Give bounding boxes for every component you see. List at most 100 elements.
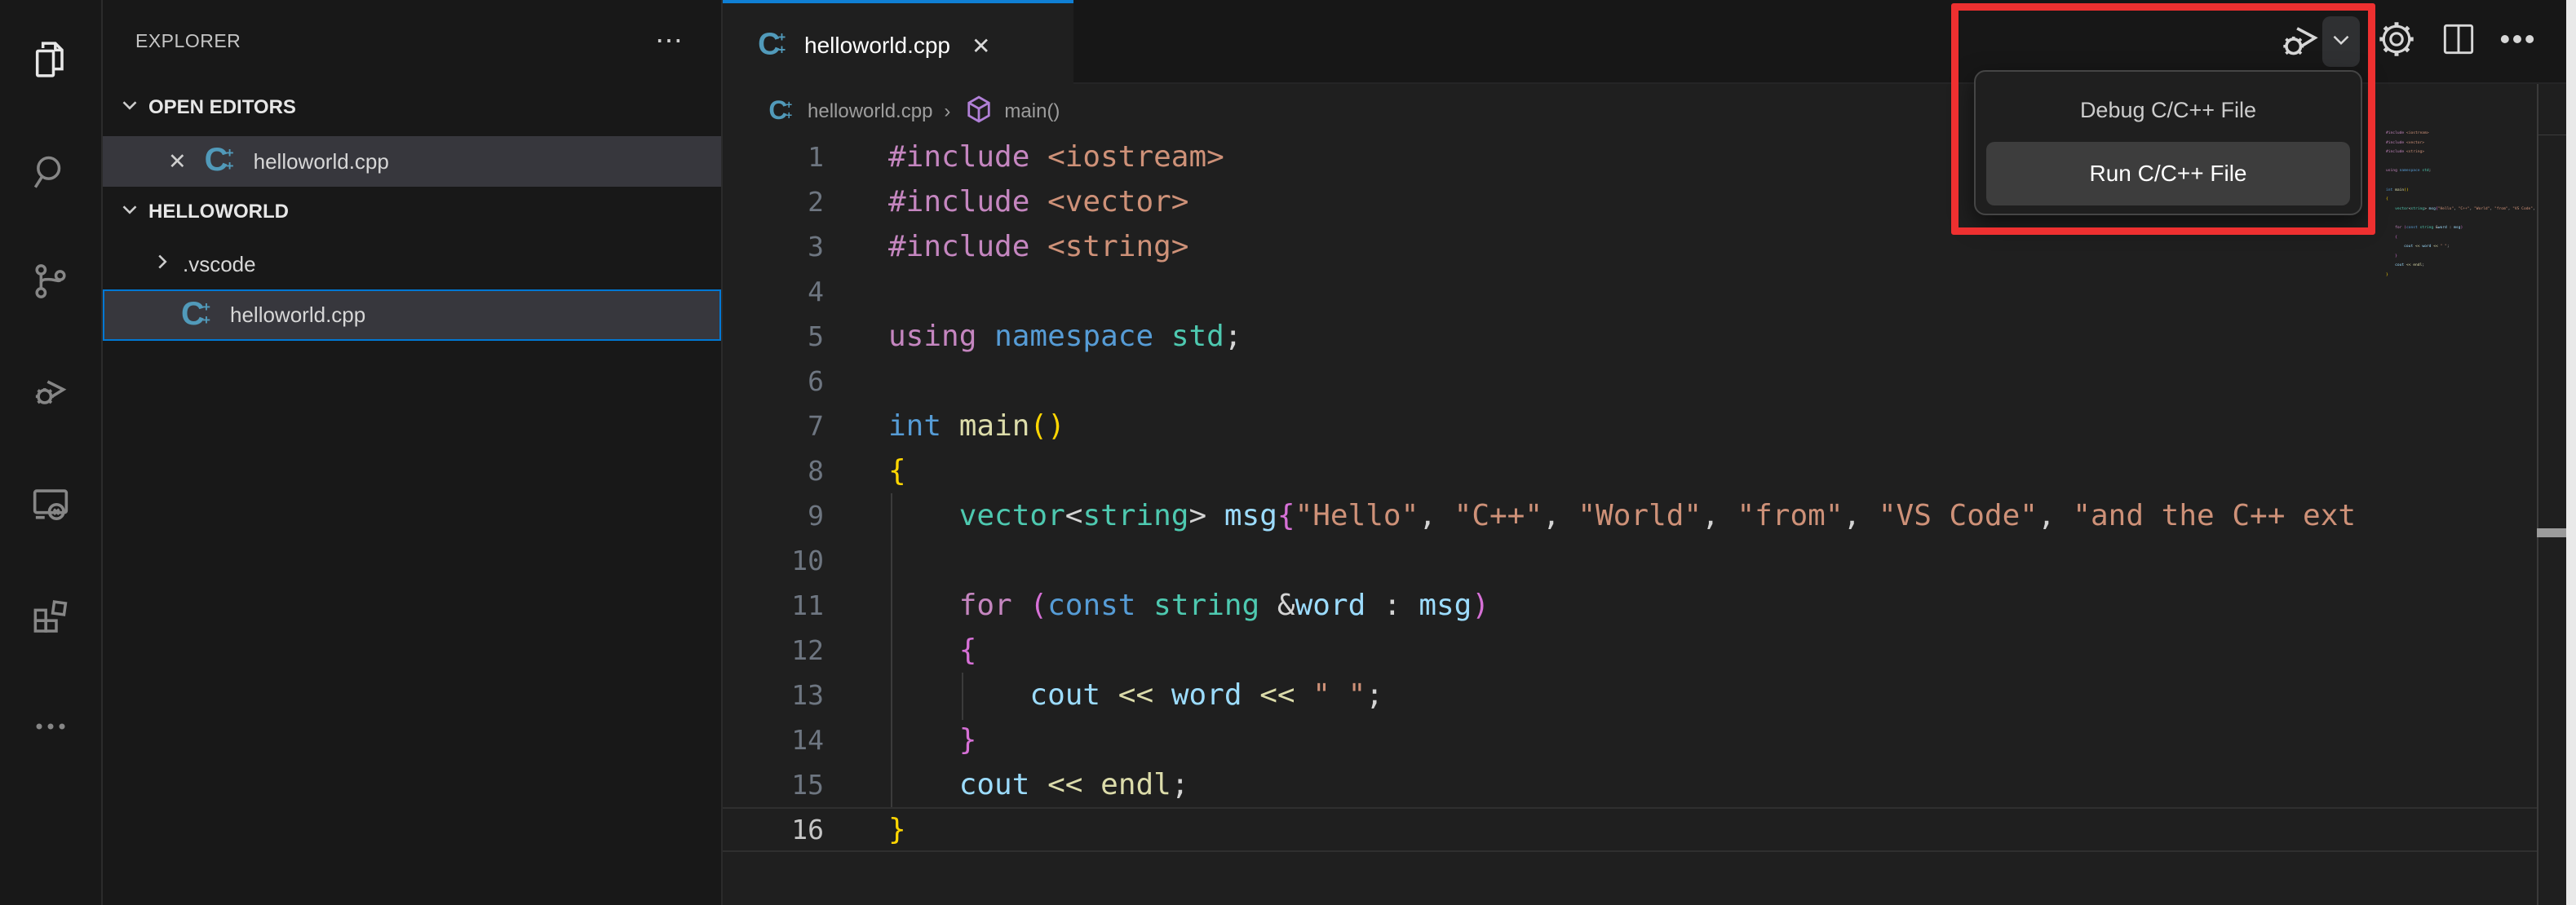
minimap-line xyxy=(2386,157,2537,167)
minimap-line: vector<string> msg{"Hello", "C++", "Worl… xyxy=(2395,206,2535,211)
section-label: OPEN EDITORS xyxy=(148,96,296,118)
code-line[interactable]: 12 { xyxy=(723,628,2537,673)
tab-title: helloworld.cpp xyxy=(804,33,950,58)
open-editor-item[interactable]: ✕ C + + helloworld.cpp xyxy=(103,136,721,187)
minimap-line: using namespace std; xyxy=(2386,169,2432,174)
sidebar-item-source-control[interactable] xyxy=(0,238,101,328)
vscode-window: EXPLORER ⋯ OPEN EDITORS ✕ C + + helloworld… xyxy=(0,0,2576,905)
code-line[interactable]: 7 int main() xyxy=(723,404,2537,448)
code-text: #include <string> xyxy=(888,230,1189,263)
code-text: for (const string &word : msg) xyxy=(958,589,1490,622)
sidebar-item-search[interactable] xyxy=(0,129,101,219)
code-line[interactable]: 10 xyxy=(723,538,2537,583)
sidebar-item-extensions[interactable] xyxy=(0,571,101,660)
settings-button[interactable] xyxy=(2372,16,2421,65)
line-number: 8 xyxy=(808,455,824,487)
code-line[interactable]: 9 vector<string> msg{"Hello", "C++", "Wo… xyxy=(723,493,2537,538)
activity-bar xyxy=(0,0,103,905)
line-number: 11 xyxy=(791,589,824,621)
cpp-file-icon: C + + xyxy=(181,295,210,332)
code-line[interactable]: 5 using namespace std; xyxy=(723,314,2537,359)
line-number: 4 xyxy=(808,276,824,307)
annotation-red-box xyxy=(1951,3,2375,235)
code-line[interactable]: 13 cout << word << " "; xyxy=(723,673,2537,717)
code-text: #include <vector> xyxy=(888,185,1189,219)
cpp-file-icon: C + + xyxy=(758,27,786,61)
code-line[interactable]: 4 xyxy=(723,269,2537,314)
code-line[interactable]: 11 for (const string &word : msg) xyxy=(723,583,2537,628)
open-editor-filename: helloworld.cpp xyxy=(253,148,389,174)
minimap-slider[interactable] xyxy=(2537,135,2567,534)
minimap-line xyxy=(2386,214,2537,223)
minimap-line: int main() xyxy=(2386,188,2409,192)
close-icon[interactable]: ✕ xyxy=(168,149,187,174)
explorer-more-actions[interactable]: ⋯ xyxy=(655,23,684,59)
minimap-line: { xyxy=(2395,235,2397,240)
tree-item-helloworld-cpp[interactable]: C + + helloworld.cpp xyxy=(103,289,721,341)
breadcrumb-separator: › xyxy=(944,100,951,122)
minimap-line: { xyxy=(2386,197,2388,202)
breadcrumb-symbol[interactable]: main() xyxy=(1004,100,1060,123)
activity-more-actions[interactable] xyxy=(0,683,101,773)
code-text: { xyxy=(958,634,977,667)
remote-monitor-icon xyxy=(27,481,74,532)
line-number: 5 xyxy=(808,320,824,352)
chevron-right-icon xyxy=(150,249,175,280)
line-number: 16 xyxy=(791,814,824,845)
tree-item-vscode-folder[interactable]: .vscode xyxy=(103,239,721,289)
editor-code-area[interactable]: 1 #include <iostream> 2 #include <vector> 3 #… xyxy=(723,135,2537,905)
line-number: 3 xyxy=(808,231,824,263)
tree-item-label: .vscode xyxy=(183,251,256,276)
explorer-sidebar: EXPLORER ⋯ OPEN EDITORS ✕ C + + helloworld… xyxy=(103,0,723,905)
tab-helloworld-cpp[interactable]: C + + helloworld.cpp ✕ xyxy=(723,0,1073,88)
sidebar-item-remote-explorer[interactable] xyxy=(0,461,101,551)
scrollbar-thumb[interactable] xyxy=(2537,528,2567,537)
split-editor-button[interactable] xyxy=(2434,16,2483,65)
code-text: vector<string> msg{"Hello", "C++", "Worl… xyxy=(958,499,2357,532)
minimap-line: cout << endl; xyxy=(2395,263,2425,268)
sidebar-item-run-debug[interactable] xyxy=(0,347,101,437)
branch-icon xyxy=(28,258,73,308)
minimap-line: } xyxy=(2395,254,2397,258)
code-text: { xyxy=(888,454,906,488)
code-text: using namespace std; xyxy=(888,320,1242,353)
code-line[interactable]: 16} xyxy=(723,807,2537,852)
code-text: cout << endl; xyxy=(958,768,1189,801)
minimap-line: #include <string> xyxy=(2386,150,2425,155)
code-text: } xyxy=(958,723,977,757)
code-text: } xyxy=(888,813,906,846)
section-label: HELLOWORLD xyxy=(148,201,289,223)
line-number: 6 xyxy=(808,365,824,397)
cpp-file-icon: C + + xyxy=(204,142,234,178)
symbol-cube-icon xyxy=(962,92,996,132)
search-icon xyxy=(28,149,73,199)
sidebar-item-explorer[interactable] xyxy=(0,16,101,106)
section-helloworld[interactable]: HELLOWORLD xyxy=(103,188,721,236)
line-number: 10 xyxy=(791,545,824,576)
line-number: 9 xyxy=(808,500,824,532)
code-line[interactable]: 14 } xyxy=(723,717,2537,762)
chevron-down-icon xyxy=(117,93,142,123)
line-number: 12 xyxy=(791,634,824,666)
sidebar-title: EXPLORER xyxy=(135,29,241,51)
minimap-line xyxy=(2386,176,2537,186)
code-line[interactable]: 6 xyxy=(723,359,2537,404)
minimap[interactable]: #include <iostream> #include <vector> #inc… xyxy=(2386,129,2537,292)
line-number: 1 xyxy=(808,141,824,173)
page-background-strip xyxy=(2566,0,2576,905)
ellipsis-icon xyxy=(28,704,73,753)
code-line[interactable]: 15 cout << endl; xyxy=(723,762,2537,807)
breadcrumb-file[interactable]: helloworld.cpp xyxy=(808,100,932,123)
code-text: #include <iostream> xyxy=(888,140,1224,174)
code-line[interactable]: 8{ xyxy=(723,448,2537,493)
editor-more-actions[interactable] xyxy=(2493,16,2542,65)
close-icon[interactable]: ✕ xyxy=(972,33,990,60)
minimap-line: cout << word << " "; xyxy=(2404,245,2450,249)
extensions-icon xyxy=(28,591,73,641)
line-number: 2 xyxy=(808,186,824,218)
split-editor-icon xyxy=(2438,19,2479,64)
cpp-file-icon: C + + xyxy=(768,95,793,125)
minimap-line: for (const string &word : msg) xyxy=(2395,225,2463,230)
section-open-editors[interactable]: OPEN EDITORS xyxy=(103,84,721,131)
minimap-line: } xyxy=(2386,272,2388,277)
